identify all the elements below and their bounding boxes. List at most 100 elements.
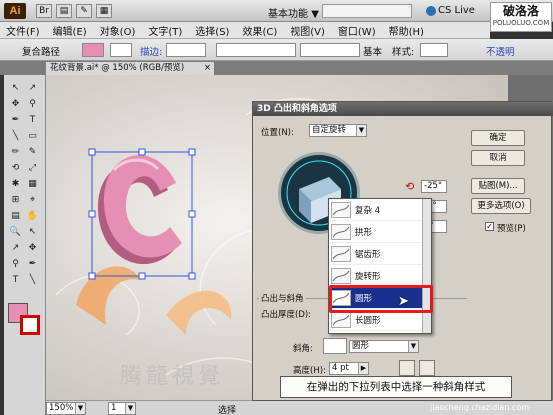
layout-icon[interactable]: ▦ xyxy=(96,4,112,18)
magic-wand-tool-icon[interactable]: ✥ xyxy=(8,97,23,112)
magic-wand-tool-icon[interactable]: ✥ xyxy=(25,241,40,256)
stroke-color-swatch[interactable] xyxy=(20,315,40,335)
map-art-button[interactable]: 贴图(M)... xyxy=(471,178,525,194)
graph-tool-icon[interactable]: ▦ xyxy=(25,177,40,192)
dialog-title: 3D 凸出和斜角选项 xyxy=(253,102,553,116)
lasso-tool-icon[interactable]: ⚲ xyxy=(25,97,40,112)
mesh-tool-icon[interactable]: ⊞ xyxy=(8,193,23,208)
pen-tool-icon[interactable]: ✒ xyxy=(25,257,40,272)
bevel-option[interactable]: 拱形 xyxy=(329,221,422,243)
help-search-input[interactable] xyxy=(322,4,412,18)
hand-tool-icon[interactable]: ✋ xyxy=(25,209,40,224)
brush-definition[interactable] xyxy=(300,43,360,57)
menu-item[interactable]: 窗口(W) xyxy=(338,23,376,38)
bevel-select[interactable]: 圆形 ▼ xyxy=(349,340,419,353)
menu-item[interactable]: 效果(C) xyxy=(242,23,277,38)
bridge-icon[interactable]: Br xyxy=(36,4,52,18)
blend-tool-icon[interactable]: ▤ xyxy=(8,209,23,224)
menu-item[interactable]: 文件(F) xyxy=(6,23,40,38)
type-tool-icon[interactable]: T xyxy=(25,113,40,128)
pencil-tool-icon[interactable]: ✎ xyxy=(25,145,40,160)
document-tab[interactable]: 花纹背景.ai* @ 150% (RGB/预览) × xyxy=(46,62,214,75)
preview-checkbox[interactable]: ✓ xyxy=(485,222,494,231)
cs-live-icon xyxy=(426,6,436,16)
opacity-label[interactable]: 不透明 xyxy=(486,44,515,58)
brand-name: 破洛洛 xyxy=(502,4,539,18)
bevel-dropdown-list: 复杂 4 拱形 锯齿形 旋转形 圆形 长圆形 xyxy=(328,198,432,334)
brand-logo: 破洛洛 POLUOLUO.COM xyxy=(490,2,552,32)
pen-tool-icon[interactable]: ✒ xyxy=(8,113,23,128)
zoom-tool-icon[interactable]: 🔍 xyxy=(8,225,23,240)
bevel-option[interactable]: 旋转形 xyxy=(329,265,422,287)
workspace-switcher[interactable]: 基本功能 ▼ xyxy=(268,5,319,20)
line-tool-icon[interactable]: ╲ xyxy=(25,273,40,288)
menu-item[interactable]: 选择(S) xyxy=(195,23,229,38)
scale-tool-icon[interactable]: ⤢ xyxy=(25,161,40,176)
position-select[interactable]: 自定旋转 ▼ xyxy=(309,124,367,137)
bevel-extent-in-icon[interactable] xyxy=(419,360,435,376)
selection-type: 复合路径 xyxy=(22,47,61,58)
menu-item[interactable]: 文字(T) xyxy=(148,23,182,38)
x-angle-field[interactable]: -25° xyxy=(421,180,447,193)
bevel-label: 斜角: xyxy=(293,344,313,354)
line-tool-icon[interactable]: ╲ xyxy=(8,129,23,144)
paintbrush-tool-icon[interactable]: ✏ xyxy=(8,145,23,160)
bevel-option-label: 长圆形 xyxy=(355,316,381,326)
selection-tool-icon[interactable]: ↖ xyxy=(8,81,23,96)
bevel-value: 圆形 xyxy=(352,341,370,351)
tools-icon[interactable]: ✎ xyxy=(76,4,92,18)
extrude-depth-label: 凸出厚度(D): xyxy=(261,310,312,320)
height-value: 4 pt xyxy=(332,363,349,373)
arrange-icon[interactable]: ▤ xyxy=(56,4,72,18)
lasso-tool-icon[interactable]: ⚲ xyxy=(8,257,23,272)
extruded-c-shape xyxy=(97,155,182,265)
variable-width-profile[interactable] xyxy=(216,43,296,57)
style-label: 样式: xyxy=(392,47,415,58)
stroke-swatch[interactable] xyxy=(110,43,132,57)
stroke-weight-field[interactable] xyxy=(166,43,206,57)
zoom-select[interactable]: 150% ▼ xyxy=(46,402,86,415)
cancel-button[interactable]: 取消 xyxy=(471,150,525,166)
height-arrow-icon: ▶ xyxy=(358,363,368,374)
menu-item[interactable]: 视图(V) xyxy=(290,23,325,38)
cs-live-button[interactable]: CS Live xyxy=(438,5,475,16)
bevel-preview-swatch xyxy=(323,338,347,354)
eyedropper-tool-icon[interactable]: ⌖ xyxy=(25,193,40,208)
bevel-option[interactable]: 锯齿形 xyxy=(329,243,422,265)
rectangle-tool-icon[interactable]: ▭ xyxy=(25,129,40,144)
direct-select-tool-icon[interactable]: ↗ xyxy=(25,81,40,96)
ai-logo-icon: Ai xyxy=(4,3,26,19)
style-basic-label: 基本 xyxy=(363,47,383,58)
bevel-shape-icon xyxy=(331,202,351,218)
document-tab-label: 花纹背景.ai* @ 150% (RGB/预览) xyxy=(50,63,185,73)
rotate-tool-icon[interactable]: ⟲ xyxy=(8,161,23,176)
graphic-style-swatch[interactable] xyxy=(420,43,448,57)
height-label: 高度(H): xyxy=(293,366,326,376)
symbol-sprayer-tool-icon[interactable]: ✱ xyxy=(8,177,23,192)
height-field[interactable]: 4 pt ▶ xyxy=(329,362,369,375)
mouse-cursor-icon: ➤ xyxy=(398,294,409,309)
tutorial-caption: 在弹出的下拉列表中选择一种斜角样式 xyxy=(280,376,512,398)
bevel-shape-icon xyxy=(331,246,351,262)
bevel-extent-out-icon[interactable] xyxy=(399,360,415,376)
menu-item[interactable]: 对象(O) xyxy=(100,23,136,38)
close-tab-icon[interactable]: × xyxy=(204,62,211,75)
bevel-shape-icon xyxy=(331,268,351,284)
fill-swatch[interactable] xyxy=(82,43,104,57)
more-options-button[interactable]: 更多选项(O) xyxy=(471,198,531,214)
watermark-url: jiaocheng.chazidian.com xyxy=(430,403,530,412)
orange-flame-ornament xyxy=(76,266,232,335)
status-mode: 选择 xyxy=(218,406,237,415)
bevel-option[interactable]: 复杂 4 xyxy=(329,199,422,221)
menu-item[interactable]: 帮助(H) xyxy=(389,23,424,38)
selection-tool-icon[interactable]: ↖ xyxy=(25,225,40,240)
position-label: 位置(N): xyxy=(261,128,294,138)
ok-button[interactable]: 确定 xyxy=(471,130,525,146)
menu-item[interactable]: 编辑(E) xyxy=(53,23,87,38)
page-select[interactable]: 1 ▼ xyxy=(108,402,136,415)
type-tool-icon[interactable]: T xyxy=(8,273,23,288)
menu-bar: 文件(F) 编辑(E) 对象(O) 文字(T) 选择(S) 效果(C) 视图(V) 窗口(W)… xyxy=(0,22,490,39)
stroke-label[interactable]: 描边: xyxy=(140,44,162,58)
direct-select-tool-icon[interactable]: ↗ xyxy=(8,241,23,256)
position-value: 自定旋转 xyxy=(312,125,347,135)
